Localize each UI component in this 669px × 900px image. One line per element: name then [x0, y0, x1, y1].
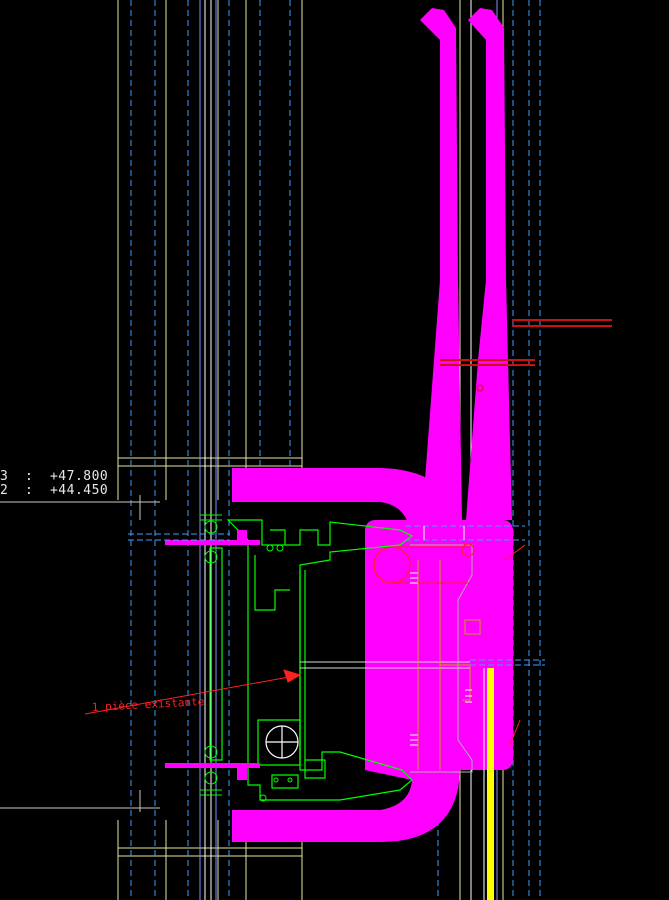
level-label-3: 3 : +47.800 — [0, 469, 109, 484]
cad-drawing: 1 pièce existante — [0, 0, 612, 900]
magenta-plates — [165, 530, 260, 780]
yellow-bar — [487, 668, 494, 900]
floor-slab-lines — [0, 495, 160, 812]
magenta-hooks — [420, 8, 512, 520]
level-label-2: 2 : +44.450 — [0, 483, 109, 498]
red-elements — [84, 319, 612, 746]
round-element — [265, 725, 299, 759]
